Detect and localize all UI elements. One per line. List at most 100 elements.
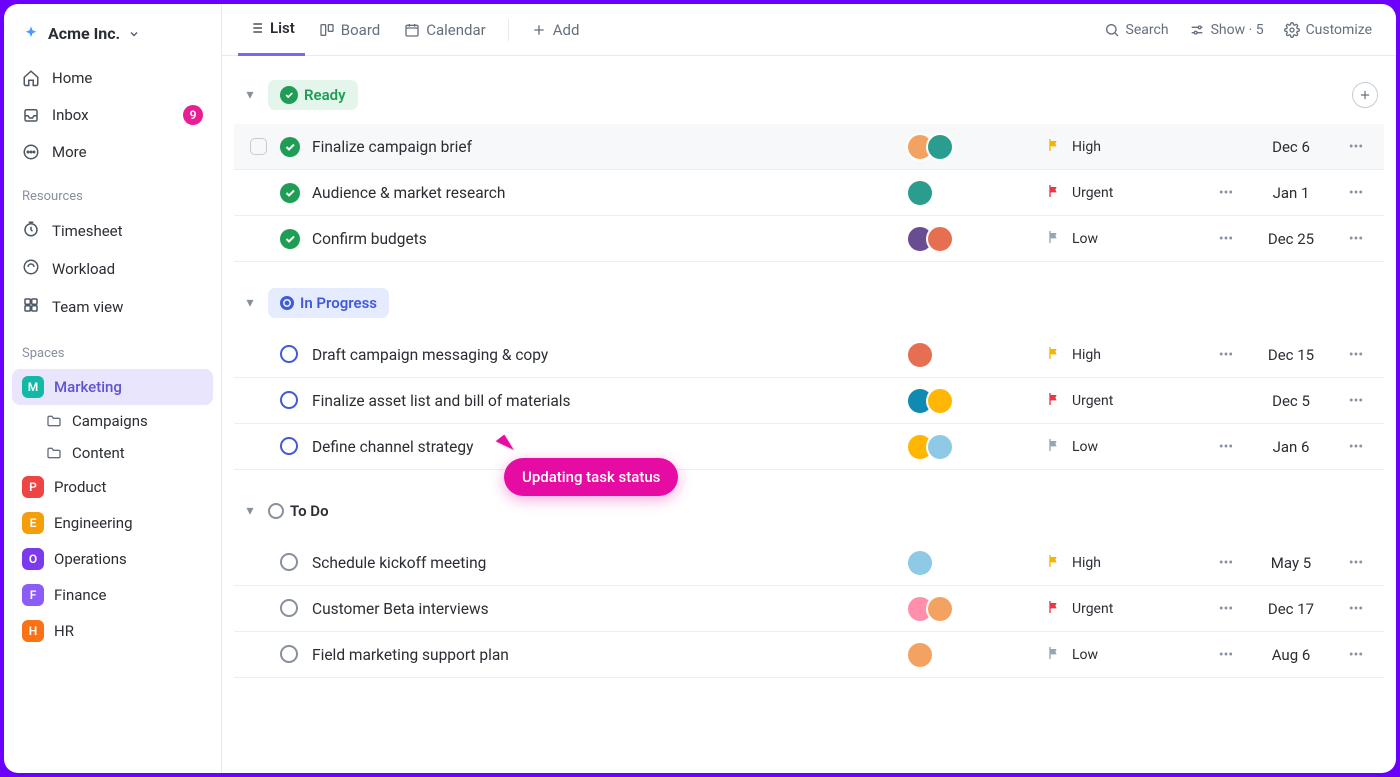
row-menu[interactable]: ••• bbox=[1336, 347, 1376, 363]
priority-cell[interactable]: Urgent bbox=[1046, 599, 1206, 619]
avatar[interactable] bbox=[926, 387, 954, 415]
avatar[interactable] bbox=[926, 225, 954, 253]
row-menu[interactable]: ••• bbox=[1336, 393, 1376, 409]
status-toggle[interactable] bbox=[280, 437, 300, 457]
task-row[interactable]: Confirm budgets Low ••• Dec 25 ••• bbox=[234, 216, 1384, 262]
task-row[interactable]: Finalize campaign brief High Dec 6 ••• bbox=[234, 124, 1384, 170]
row-menu[interactable]: ••• bbox=[1336, 647, 1376, 663]
due-date[interactable]: Jan 6 bbox=[1246, 438, 1336, 456]
priority-cell[interactable]: High bbox=[1046, 553, 1206, 573]
space-product[interactable]: PProduct bbox=[12, 469, 213, 505]
folder-campaigns[interactable]: Campaigns bbox=[12, 405, 213, 437]
avatar[interactable] bbox=[906, 179, 934, 207]
priority-cell[interactable]: High bbox=[1046, 345, 1206, 365]
row-menu[interactable]: ••• bbox=[1336, 439, 1376, 455]
avatar[interactable] bbox=[906, 549, 934, 577]
status-toggle[interactable] bbox=[280, 645, 300, 665]
nav-more[interactable]: More bbox=[12, 135, 213, 169]
priority-cell[interactable]: Low bbox=[1046, 645, 1206, 665]
assignees[interactable] bbox=[906, 225, 1046, 253]
task-row[interactable]: Customer Beta interviews Urgent ••• Dec … bbox=[234, 586, 1384, 632]
status-chip-ready[interactable]: Ready bbox=[268, 80, 358, 110]
avatar[interactable] bbox=[926, 433, 954, 461]
nav-home[interactable]: Home bbox=[12, 61, 213, 95]
subtasks-toggle[interactable]: ••• bbox=[1206, 439, 1246, 455]
assignees[interactable] bbox=[906, 641, 1046, 669]
collapse-toggle[interactable]: ▾ bbox=[240, 503, 260, 519]
view-tab-add[interactable]: Add bbox=[521, 4, 590, 56]
row-menu[interactable]: ••• bbox=[1336, 139, 1376, 155]
subtasks-toggle[interactable]: ••• bbox=[1206, 647, 1246, 663]
collapse-toggle[interactable]: ▾ bbox=[240, 295, 260, 311]
task-title[interactable]: Customer Beta interviews bbox=[312, 600, 906, 618]
task-title[interactable]: Confirm budgets bbox=[312, 230, 906, 248]
status-toggle[interactable] bbox=[280, 599, 300, 619]
assignees[interactable] bbox=[906, 133, 1046, 161]
task-title[interactable]: Draft campaign messaging & copy bbox=[312, 346, 906, 364]
due-date[interactable]: Dec 25 bbox=[1246, 230, 1336, 248]
avatar[interactable] bbox=[926, 595, 954, 623]
priority-cell[interactable]: Low bbox=[1046, 229, 1206, 249]
view-tab-board[interactable]: Board bbox=[309, 4, 390, 56]
task-title[interactable]: Audience & market research bbox=[312, 184, 906, 202]
due-date[interactable]: Dec 6 bbox=[1246, 138, 1336, 156]
add-task-button[interactable] bbox=[1352, 82, 1378, 108]
due-date[interactable]: Jan 1 bbox=[1246, 184, 1336, 202]
subtasks-toggle[interactable]: ••• bbox=[1206, 231, 1246, 247]
priority-cell[interactable]: Urgent bbox=[1046, 183, 1206, 203]
search-button[interactable]: Search bbox=[1096, 16, 1177, 44]
due-date[interactable]: Dec 17 bbox=[1246, 600, 1336, 618]
task-row[interactable]: Field marketing support plan Low ••• Aug… bbox=[234, 632, 1384, 678]
assignees[interactable] bbox=[906, 595, 1046, 623]
space-marketing[interactable]: MMarketing bbox=[12, 369, 213, 405]
avatar[interactable] bbox=[926, 133, 954, 161]
assignees[interactable] bbox=[906, 179, 1046, 207]
task-row[interactable]: Audience & market research Urgent ••• Ja… bbox=[234, 170, 1384, 216]
priority-cell[interactable]: Urgent bbox=[1046, 391, 1206, 411]
nav-workload[interactable]: Workload bbox=[12, 250, 213, 288]
nav-timesheet[interactable]: Timesheet bbox=[12, 212, 213, 250]
space-engineering[interactable]: EEngineering bbox=[12, 505, 213, 541]
space-hr[interactable]: HHR bbox=[12, 613, 213, 649]
nav-inbox[interactable]: Inbox 9 bbox=[12, 97, 213, 133]
assignees[interactable] bbox=[906, 341, 1046, 369]
status-toggle[interactable] bbox=[280, 137, 300, 157]
task-title[interactable]: Finalize campaign brief bbox=[312, 138, 906, 156]
task-row[interactable]: Draft campaign messaging & copy High •••… bbox=[234, 332, 1384, 378]
show-button[interactable]: Show · 5 bbox=[1181, 16, 1272, 44]
view-tab-list[interactable]: List bbox=[238, 4, 305, 56]
status-toggle[interactable] bbox=[280, 183, 300, 203]
status-toggle[interactable] bbox=[280, 391, 300, 411]
due-date[interactable]: Aug 6 bbox=[1246, 646, 1336, 664]
row-menu[interactable]: ••• bbox=[1336, 601, 1376, 617]
workspace-switcher[interactable]: Acme Inc. bbox=[12, 16, 213, 59]
assignees[interactable] bbox=[906, 433, 1046, 461]
avatar[interactable] bbox=[906, 341, 934, 369]
folder-content[interactable]: Content bbox=[12, 437, 213, 469]
priority-cell[interactable]: Low bbox=[1046, 437, 1206, 457]
assignees[interactable] bbox=[906, 387, 1046, 415]
due-date[interactable]: Dec 5 bbox=[1246, 392, 1336, 410]
due-date[interactable]: Dec 15 bbox=[1246, 346, 1336, 364]
collapse-toggle[interactable]: ▾ bbox=[240, 87, 260, 103]
view-tab-calendar[interactable]: Calendar bbox=[394, 4, 496, 56]
task-checkbox[interactable] bbox=[250, 138, 267, 155]
task-row[interactable]: Schedule kickoff meeting High ••• May 5 … bbox=[234, 540, 1384, 586]
task-title[interactable]: Field marketing support plan bbox=[312, 646, 906, 664]
due-date[interactable]: May 5 bbox=[1246, 554, 1336, 572]
row-menu[interactable]: ••• bbox=[1336, 231, 1376, 247]
task-title[interactable]: Define channel strategy bbox=[312, 438, 906, 456]
status-chip-todo[interactable]: To Do bbox=[268, 496, 341, 526]
status-toggle[interactable] bbox=[280, 229, 300, 249]
row-menu[interactable]: ••• bbox=[1336, 185, 1376, 201]
status-toggle[interactable] bbox=[280, 345, 300, 365]
subtasks-toggle[interactable]: ••• bbox=[1206, 555, 1246, 571]
space-finance[interactable]: FFinance bbox=[12, 577, 213, 613]
nav-teamview[interactable]: Team view bbox=[12, 288, 213, 326]
avatar[interactable] bbox=[906, 641, 934, 669]
task-row[interactable]: Define channel strategy Low ••• Jan 6 ••… bbox=[234, 424, 1384, 470]
customize-button[interactable]: Customize bbox=[1276, 16, 1380, 44]
subtasks-toggle[interactable]: ••• bbox=[1206, 347, 1246, 363]
row-menu[interactable]: ••• bbox=[1336, 555, 1376, 571]
task-title[interactable]: Finalize asset list and bill of material… bbox=[312, 392, 906, 410]
